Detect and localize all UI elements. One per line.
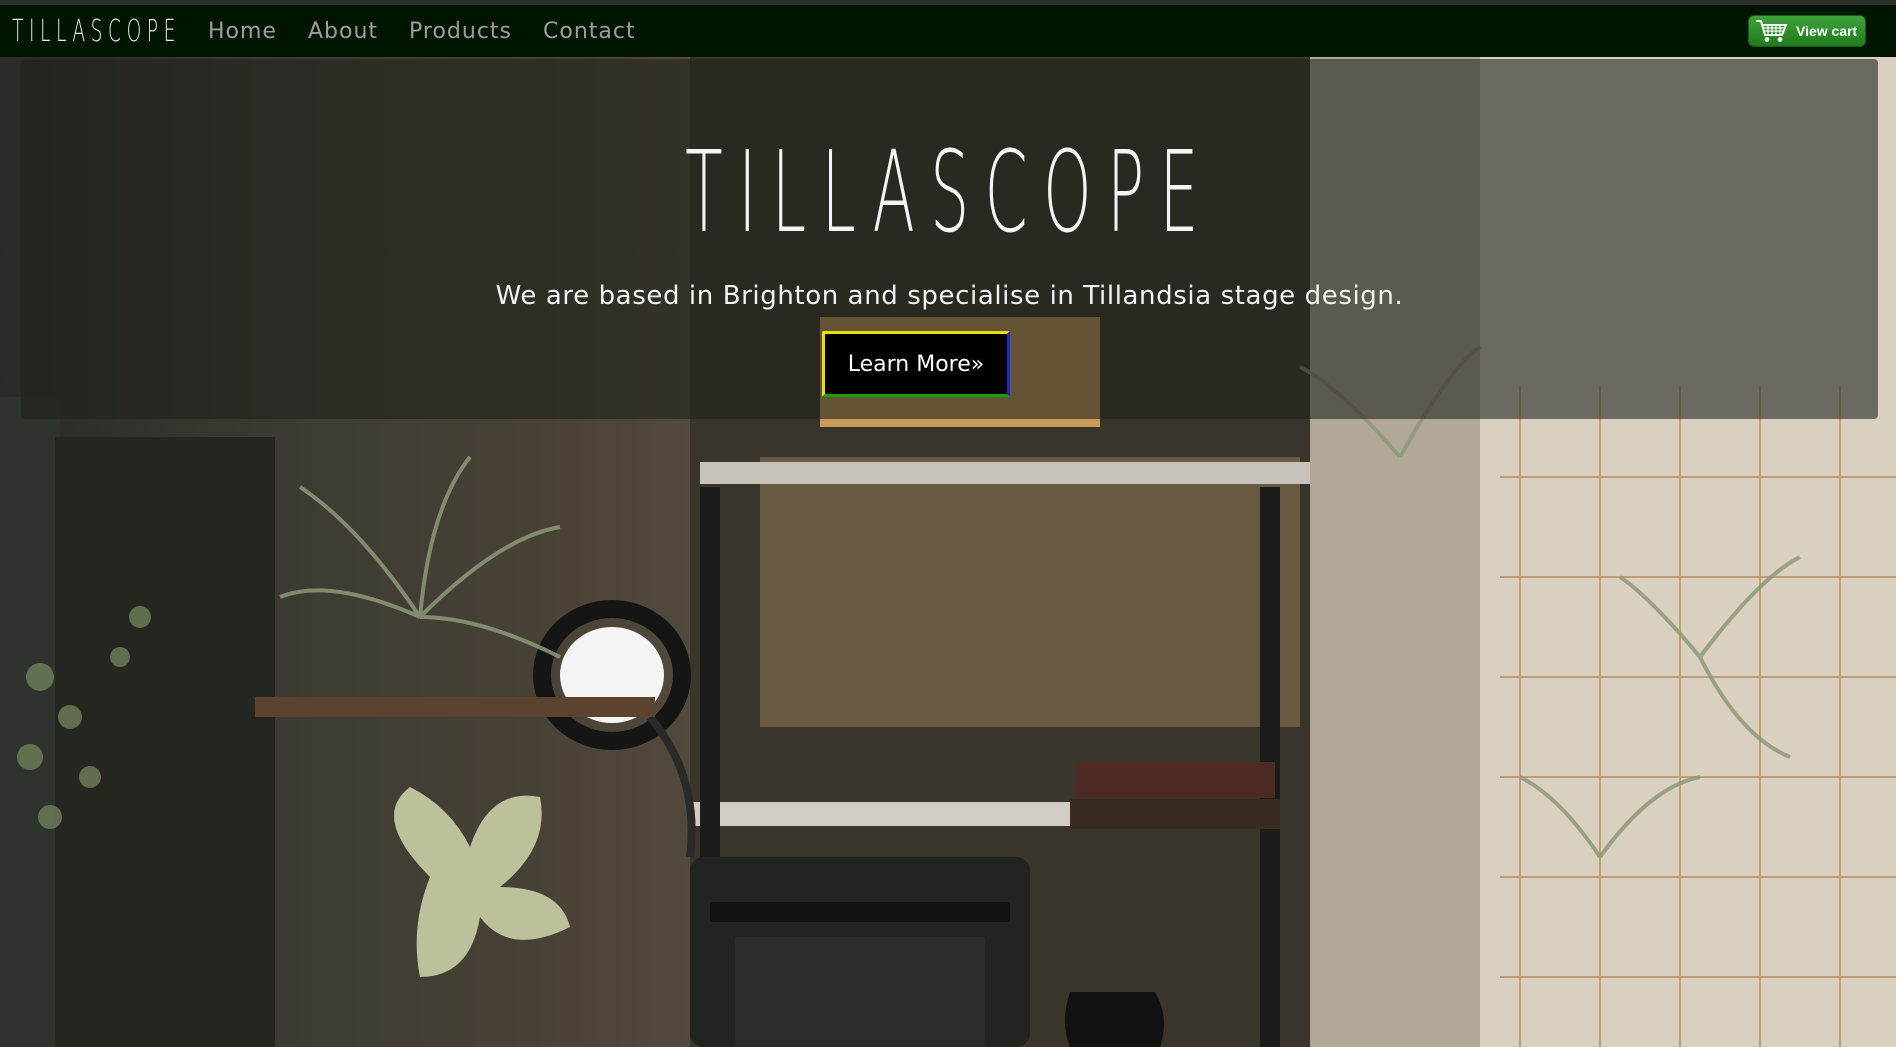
view-cart-label: View cart bbox=[1796, 23, 1858, 39]
shopping-cart-icon bbox=[1756, 20, 1788, 42]
learn-more-button[interactable]: Learn More» bbox=[822, 331, 1010, 397]
hero-subtitle: We are based in Brighton and specialise … bbox=[495, 281, 1404, 311]
jumbotron: TILLASCOPE We are based in Brighton and … bbox=[21, 59, 1878, 419]
view-cart-button[interactable]: View cart bbox=[1748, 15, 1866, 47]
nav-link-about[interactable]: About bbox=[308, 19, 378, 44]
nav-links: Home About Products Contact bbox=[208, 19, 667, 44]
nav-link-products[interactable]: Products bbox=[409, 19, 512, 44]
hero-title: TILLASCOPE bbox=[685, 128, 1214, 258]
nav-link-home[interactable]: Home bbox=[208, 19, 277, 44]
nav-link-contact[interactable]: Contact bbox=[543, 19, 636, 44]
navbar: TILLASCOPE Home About Products Contact V… bbox=[0, 5, 1896, 57]
brand-logo[interactable]: TILLASCOPE bbox=[12, 14, 198, 49]
